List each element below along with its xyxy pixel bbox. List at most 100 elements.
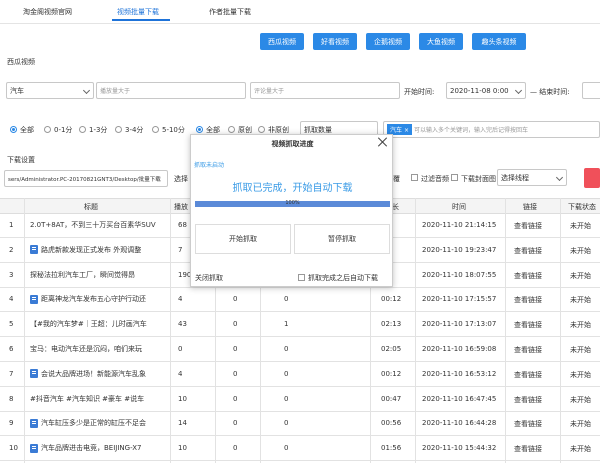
publish-time: 2020-11-10 16:47:45: [422, 394, 497, 403]
start-time-value: 2020-11-08 0:00: [450, 86, 509, 95]
duration-5-10-radio[interactable]: [152, 126, 159, 133]
row-number: 2: [9, 245, 14, 254]
comment-count-input[interactable]: 评论量大于: [250, 82, 400, 99]
tab-author-batch-download[interactable]: 作者批量下载: [209, 7, 251, 17]
tab-official-site[interactable]: 淘金阁视频官网: [23, 7, 72, 17]
row-number: 4: [9, 295, 14, 304]
row-number: 10: [9, 444, 18, 453]
download-cover-label: 下载封面图: [461, 175, 496, 183]
comment-count: 0: [284, 394, 289, 403]
column-divider: [24, 198, 25, 463]
start-download-button[interactable]: [584, 168, 600, 188]
like-count: 0: [233, 369, 238, 378]
qutoutiao-video-button[interactable]: 趣头条视频: [472, 33, 526, 50]
end-time-input[interactable]: [582, 82, 600, 99]
duration-0-1-radio[interactable]: [44, 126, 51, 133]
view-link[interactable]: 查看链接: [514, 295, 542, 305]
filter-audio-checkbox[interactable]: [411, 174, 418, 181]
duration: 02:05: [381, 345, 402, 353]
non-original-radio[interactable]: [258, 126, 265, 133]
like-count: 0: [233, 394, 238, 403]
comment-count: 0: [284, 345, 289, 353]
table-row[interactable]: 5 43 0 1 02:13 2020-11-10 17:13:07 查看链接 未开始 【#我的…: [0, 313, 600, 338]
duration-all-label: 全部: [20, 126, 34, 134]
capture-status-big: 抓取已完成，开始自动下载: [232, 183, 353, 194]
download-settings-label: 下载设置: [7, 156, 35, 164]
duration: 00:12: [381, 369, 402, 378]
view-link[interactable]: 查看链接: [514, 444, 542, 454]
publish-time: 2020-11-10 15:44:32: [422, 444, 497, 453]
row-number: 9: [9, 419, 14, 428]
header-title: 标题: [84, 203, 98, 211]
tag-close-icon[interactable]: ×: [404, 127, 409, 134]
close-icon[interactable]: [377, 136, 389, 148]
publish-time: 2020-11-10 19:23:47: [422, 245, 497, 254]
like-count: 0: [233, 419, 238, 428]
video-title-text: 汽车品牌进击电竞，BEIJING-X7: [41, 444, 142, 453]
download-status: 未开始: [570, 271, 591, 280]
column-divider: [505, 198, 506, 463]
column-divider: [560, 198, 561, 463]
document-icon: [30, 245, 38, 255]
chevron-down-icon: [82, 86, 91, 95]
download-path-input[interactable]: sers/Administrator.PC-20170821GNT3/Deskt…: [4, 170, 168, 187]
row-number: 8: [9, 394, 14, 403]
table-row[interactable]: 10 10 0 0 01:56 2020-11-10 15:44:32 查看链接 未开始 汽车品…: [0, 437, 600, 462]
publish-time: 2020-11-10 18:07:55: [422, 270, 497, 279]
pause-capture-button[interactable]: 暂停抓取: [294, 224, 390, 254]
tab-batch-video-download[interactable]: 视频批量下载: [117, 7, 159, 17]
view-link[interactable]: 查看链接: [514, 320, 542, 330]
dayu-video-button[interactable]: 大鱼视频: [419, 33, 463, 50]
original-only-radio[interactable]: [228, 126, 235, 133]
download-status: 未开始: [570, 246, 591, 255]
keyword-tag-text: 汽车: [390, 127, 403, 134]
platform-section-label: 西瓜视频: [7, 58, 35, 66]
download-cover-checkbox[interactable]: [451, 174, 458, 181]
start-time-input[interactable]: 2020-11-08 0:00: [446, 82, 526, 99]
haokan-video-button[interactable]: 好看视频: [313, 33, 357, 50]
qie-video-button[interactable]: 企鹅视频: [366, 33, 410, 50]
download-status: 未开始: [570, 395, 591, 404]
close-capture-label[interactable]: 关闭抓取: [195, 273, 223, 283]
keyword-select[interactable]: 汽车: [6, 82, 94, 99]
header-play: 播放: [174, 203, 188, 211]
auto-download-label: 抓取完成之后自动下载: [308, 274, 378, 282]
start-capture-button[interactable]: 开始抓取: [195, 224, 291, 254]
select-path-label[interactable]: 选择: [174, 174, 188, 184]
keyword-tag-input[interactable]: 汽车 × 可以输入多个关键词，输入完后记得按回车: [383, 121, 600, 138]
duration-3-4-radio[interactable]: [115, 126, 122, 133]
table-row[interactable]: 7 4 0 0 00:12 2020-11-10 16:53:12 查看链接 未开始 会说大品牌…: [0, 363, 600, 387]
capture-progress-dialog: 视频抓取进度 抓取未启动 抓取已完成，开始自动下载 100% 开始抓取 暂停抓取…: [190, 134, 393, 287]
header-time: 时间: [452, 203, 466, 211]
duration-1-3-radio[interactable]: [79, 126, 86, 133]
table-row[interactable]: 4 4 0 0 00:12 2020-11-10 17:15:57 查看链接 未开始 距离神龙汽…: [0, 288, 600, 313]
auto-download-checkbox[interactable]: [298, 274, 305, 281]
video-title: 探秘法拉利汽车工厂，瞬间觉得昂: [30, 270, 170, 280]
original-all-radio[interactable]: [196, 126, 203, 133]
duration: 00:56: [381, 419, 402, 428]
publish-time: 2020-11-10 17:15:57: [422, 295, 497, 304]
video-title-text: 路虎新款发现正式发布 外观调整: [41, 245, 142, 254]
view-link[interactable]: 查看链接: [514, 419, 542, 429]
video-title: 汽车缸压多少是正常的缸压不足会: [30, 418, 170, 428]
duration-all-radio[interactable]: [10, 126, 17, 133]
view-link[interactable]: 查看链接: [514, 221, 542, 231]
view-link[interactable]: 查看链接: [514, 370, 542, 380]
play-count-input[interactable]: 播放量大于: [96, 82, 246, 99]
table-row[interactable]: 9 14 0 0 00:56 2020-11-10 16:44:28 查看链接 未开始 汽车缸压…: [0, 412, 600, 437]
view-link[interactable]: 查看链接: [514, 246, 542, 256]
duration-5-10-label: 5-10分: [162, 126, 185, 134]
like-count: 0: [233, 295, 238, 304]
thread-select[interactable]: 选择线程: [497, 169, 567, 186]
view-link[interactable]: 查看链接: [514, 271, 542, 281]
view-link[interactable]: 查看链接: [514, 345, 542, 355]
start-time-label: 开始时间:: [404, 88, 435, 96]
table-row[interactable]: 8 10 0 0 00:47 2020-11-10 16:47:45 查看链接 未开始 #抖音汽…: [0, 388, 600, 412]
duration-3-4-label: 3-4分: [125, 126, 144, 134]
thread-select-value: 选择线程: [501, 173, 529, 182]
view-link[interactable]: 查看链接: [514, 395, 542, 405]
xigua-video-button[interactable]: 西瓜视频: [260, 33, 304, 50]
play-count: 14: [178, 419, 187, 428]
table-row[interactable]: 6 0 0 0 02:05 2020-11-10 16:59:08 查看链接 未开始 宝马：电动…: [0, 338, 600, 362]
row-number: 5: [9, 320, 14, 329]
